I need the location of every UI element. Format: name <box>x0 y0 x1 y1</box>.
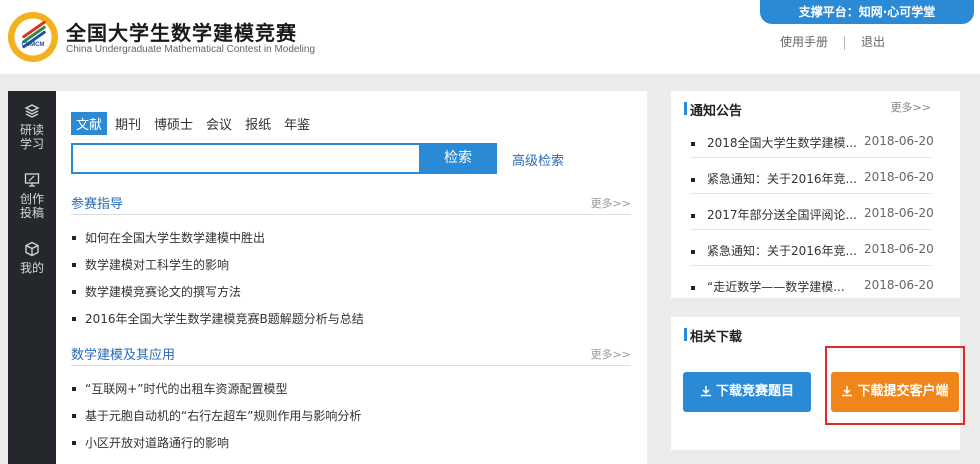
layers-icon <box>24 104 40 118</box>
download-problems-button[interactable]: 下载竞赛题目 <box>683 372 811 412</box>
link-divider <box>844 35 846 50</box>
notice-item-date: 2018-06-20 <box>864 170 934 184</box>
list-item[interactable]: 2016年全国大学生数学建模竞赛B题解题分析与总结 <box>71 310 364 337</box>
list-item[interactable]: 如何在全国大学生数学建模中胜出 <box>71 229 364 256</box>
logout-link[interactable]: 退出 <box>861 33 885 50</box>
section-title[interactable]: 参赛指导 <box>71 193 123 212</box>
list-item[interactable]: 2018全国大学生数学建模... 2018-06-20 <box>691 122 934 158</box>
tab-thesis[interactable]: 博硕士 <box>149 112 198 135</box>
top-links: 使用手册 退出 <box>780 33 885 50</box>
download-icon <box>700 386 711 397</box>
notice-panel: 通知公告 更多>> 2018全国大学生数学建模... 2018-06-20 紧急… <box>671 91 960 298</box>
side-nav: 研读 学习 创作 投稿 我的 <box>8 91 56 464</box>
sidebar-item-label: 研读 学习 <box>19 123 44 151</box>
sidebar-item-label: 我的 <box>19 261 44 275</box>
notice-item-date: 2018-06-20 <box>864 206 934 220</box>
notice-item-date: 2018-06-20 <box>864 134 934 148</box>
sidebar-item-mine[interactable]: 我的 <box>8 241 56 275</box>
advanced-search-link[interactable]: 高级检索 <box>512 150 564 169</box>
notice-item-title[interactable]: 紧急通知：关于2016年竞... <box>707 242 857 259</box>
download-problems-label: 下载竞赛题目 <box>715 384 794 399</box>
cumcm-logo[interactable]: CUMCM <box>8 12 58 62</box>
download-title: 相关下载 <box>683 326 742 345</box>
tab-conference[interactable]: 会议 <box>201 112 237 135</box>
section-title[interactable]: 数学建模及其应用 <box>71 344 175 363</box>
search-tabs: 文献 期刊 博硕士 会议 报纸 年鉴 <box>71 112 318 135</box>
sidebar-item-label: 创作 投稿 <box>19 192 44 220</box>
section-header-guidance: 参赛指导 更多>> <box>71 191 631 215</box>
monitor-icon <box>24 173 40 187</box>
notice-item-date: 2018-06-20 <box>864 242 934 256</box>
manual-link[interactable]: 使用手册 <box>780 33 828 50</box>
notice-item-title[interactable]: 2017年部分送全国评阅论... <box>707 206 857 223</box>
guidance-list: 如何在全国大学生数学建模中胜出 数学建模对工科学生的影响 数学建模竞赛论文的撰写… <box>71 229 364 337</box>
site-header: CUMCM 全国大学生数学建模竞赛 China Undergraduate Ma… <box>0 0 980 74</box>
tab-journal[interactable]: 期刊 <box>110 112 146 135</box>
highlight-box <box>825 346 965 425</box>
list-item[interactable]: 紧急通知：关于2016年竞... 2018-06-20 <box>691 158 934 194</box>
notice-item-title[interactable]: 2018全国大学生数学建模... <box>707 134 857 151</box>
site-title: 全国大学生数学建模竞赛 <box>66 21 297 45</box>
more-link[interactable]: 更多>> <box>591 195 631 211</box>
applications-list: “互联网+”时代的出租车资源配置模型 基于元胞自动机的“右行左超车”规则作用与影… <box>71 380 361 461</box>
tab-literature[interactable]: 文献 <box>71 112 108 135</box>
more-link[interactable]: 更多>> <box>591 346 631 362</box>
notice-item-date: 2018-06-20 <box>864 278 934 292</box>
search-input[interactable] <box>71 143 421 174</box>
cube-icon <box>25 241 39 257</box>
sidebar-item-study[interactable]: 研读 学习 <box>8 103 56 151</box>
list-item[interactable]: 数学建模对工科学生的影响 <box>71 256 364 283</box>
site-subtitle: China Undergraduate Mathematical Contest… <box>66 44 316 55</box>
platform-badge: 支撑平台：知网·心可学堂 <box>760 0 974 24</box>
notice-list: 2018全国大学生数学建模... 2018-06-20 紧急通知：关于2016年… <box>691 122 934 302</box>
list-item[interactable]: 紧急通知：关于2016年竞... 2018-06-20 <box>691 230 934 266</box>
more-link[interactable]: 更多>> <box>891 99 931 115</box>
notice-item-title[interactable]: “走近数学——数学建模... <box>707 278 845 295</box>
list-item[interactable]: 数学建模竞赛论文的撰写方法 <box>71 283 364 310</box>
logo-text: CUMCM <box>21 42 45 48</box>
notice-title: 通知公告 <box>683 100 742 119</box>
search-button[interactable]: 检索 <box>419 143 497 174</box>
section-header-applications: 数学建模及其应用 更多>> <box>71 342 631 366</box>
tab-newspaper[interactable]: 报纸 <box>240 112 276 135</box>
list-item[interactable]: 2017年部分送全国评阅论... 2018-06-20 <box>691 194 934 230</box>
list-item[interactable]: 基于元胞自动机的“右行左超车”规则作用与影响分析 <box>71 407 361 434</box>
list-item[interactable]: 小区开放对道路通行的影响 <box>71 434 361 461</box>
main-panel: 文献 期刊 博硕士 会议 报纸 年鉴 检索 高级检索 参赛指导 更多>> 如何在… <box>56 91 647 464</box>
tab-yearbook[interactable]: 年鉴 <box>279 112 315 135</box>
notice-item-title[interactable]: 紧急通知：关于2016年竞... <box>707 170 857 187</box>
list-item[interactable]: “互联网+”时代的出租车资源配置模型 <box>71 380 361 407</box>
sidebar-item-create[interactable]: 创作 投稿 <box>8 172 56 220</box>
list-item[interactable]: “走近数学——数学建模... 2018-06-20 <box>691 266 934 302</box>
